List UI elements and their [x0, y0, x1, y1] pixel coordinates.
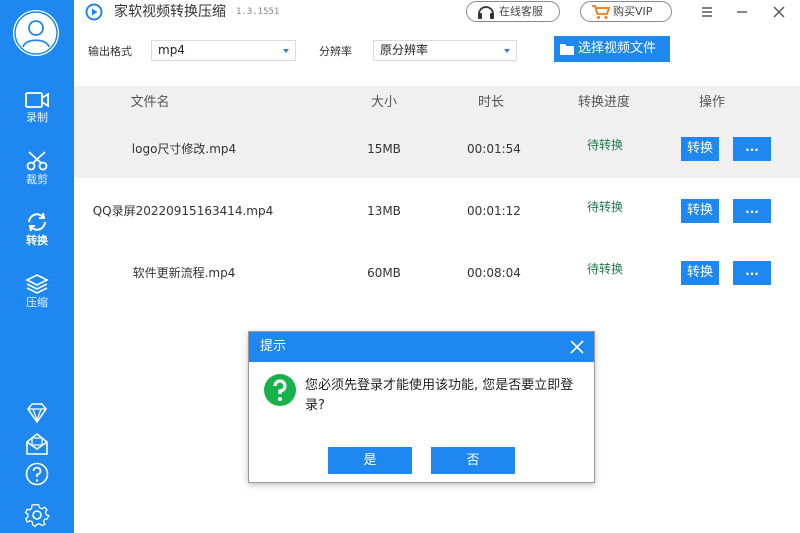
convert-button[interactable]: 转换: [681, 199, 719, 223]
chevron-down-icon: [504, 49, 510, 53]
no-button[interactable]: 否: [431, 447, 515, 474]
minimize-icon: [737, 11, 747, 13]
settings-bar: 输出格式 mp4 分辨率 原分辨率 选择视频文件: [74, 24, 800, 86]
diamond-icon[interactable]: [24, 400, 50, 426]
output-format-select[interactable]: mp4: [151, 40, 296, 61]
file-size: 60MB: [367, 266, 401, 280]
app-version: 1.3.1551: [236, 7, 280, 17]
convert-icon: [28, 212, 46, 232]
sidebar-item-compress[interactable]: 压缩: [0, 273, 74, 323]
file-duration: 00:01:12: [467, 204, 521, 218]
file-name: 软件更新流程.mp4: [132, 266, 236, 280]
avatar[interactable]: [13, 10, 59, 56]
layers-icon: [25, 274, 49, 294]
convert-button[interactable]: 转换: [681, 261, 719, 285]
sidebar: 录制 裁剪 转换 压缩: [0, 0, 74, 533]
sidebar-item-record[interactable]: 录制: [0, 90, 74, 140]
online-support-button[interactable]: 在线客服: [466, 1, 560, 22]
file-size: 15MB: [367, 142, 401, 156]
choose-video-button[interactable]: 选择视频文件: [554, 36, 670, 62]
column-header-filename: 文件名: [130, 95, 170, 110]
sidebar-item-convert[interactable]: 转换: [0, 211, 74, 261]
file-duration: 00:08:04: [467, 266, 521, 280]
cart-icon: [592, 5, 611, 19]
convert-button[interactable]: 转换: [681, 137, 719, 161]
resolution-value: 原分辨率: [380, 43, 429, 57]
online-support-label: 在线客服: [499, 5, 543, 18]
question-icon: [264, 374, 296, 406]
login-prompt-dialog: 提示 您必须先登录才能使用该功能, 您是否要立即登录? 是 否: [248, 331, 595, 483]
choose-video-label: 选择视频文件: [578, 41, 657, 56]
conversion-status: 待转换: [586, 262, 623, 276]
more-options-button[interactable]: ...: [733, 261, 771, 285]
dialog-message: 您必须先登录才能使用该功能, 您是否要立即登录?: [305, 378, 574, 413]
scissors-icon: [26, 151, 48, 171]
close-icon[interactable]: [568, 338, 586, 356]
user-icon: [14, 11, 58, 55]
more-options-button[interactable]: ...: [733, 137, 771, 161]
minimize-button[interactable]: [727, 0, 757, 24]
sidebar-item-label: 录制: [26, 111, 48, 124]
table-row: logo尺寸修改.mp4 15MB 00:01:54 待转换 转换 ...: [74, 120, 800, 178]
buy-vip-label: 购买VIP: [613, 5, 653, 18]
conversion-status: 待转换: [586, 138, 623, 152]
table-row: QQ录屏20220915163414.mp4 13MB 00:01:12 待转换…: [74, 182, 800, 240]
column-header-size: 大小: [370, 95, 397, 110]
file-duration: 00:01:54: [467, 142, 521, 156]
buy-vip-button[interactable]: 购买VIP: [580, 1, 672, 22]
resolution-select[interactable]: 原分辨率: [373, 40, 517, 61]
app-title: 家软视频转换压缩: [114, 4, 226, 20]
table-row: 软件更新流程.mp4 60MB 00:08:04 待转换 转换 ...: [74, 244, 800, 302]
menu-button[interactable]: [692, 0, 722, 24]
close-icon: [773, 6, 785, 18]
folder-icon: [560, 44, 574, 55]
sidebar-item-label: 压缩: [26, 296, 48, 309]
file-name: QQ录屏20220915163414.mp4: [92, 204, 274, 218]
sidebar-item-crop[interactable]: 裁剪: [0, 150, 74, 200]
column-header-actions: 操作: [698, 95, 725, 110]
dialog-title-bar: 提示: [249, 332, 594, 362]
column-header-progress: 转换进度: [577, 95, 630, 110]
menu-icon: [702, 7, 712, 17]
headset-icon: [478, 6, 494, 19]
table-header: 文件名 大小 时长 转换进度 操作: [74, 86, 800, 120]
gear-icon[interactable]: [24, 502, 50, 528]
file-name: logo尺寸修改.mp4: [131, 142, 237, 156]
more-options-button[interactable]: ...: [733, 199, 771, 223]
video-camera-icon: [25, 92, 49, 108]
yes-button[interactable]: 是: [328, 447, 412, 474]
close-window-button[interactable]: [764, 0, 794, 24]
app-logo-icon: [85, 3, 103, 21]
resolution-label: 分辨率: [319, 45, 352, 58]
mail-icon[interactable]: [24, 431, 50, 457]
conversion-status: 待转换: [586, 200, 623, 214]
help-icon[interactable]: [24, 461, 50, 487]
output-format-value: mp4: [158, 43, 185, 57]
sidebar-item-label: 转换: [26, 234, 48, 247]
column-header-duration: 时长: [477, 95, 504, 110]
dialog-title: 提示: [260, 339, 287, 354]
title-bar: 家软视频转换压缩 1.3.1551 在线客服 购买VIP: [74, 0, 800, 24]
output-format-label: 输出格式: [88, 45, 132, 58]
chevron-down-icon: [283, 49, 289, 53]
sidebar-item-label: 裁剪: [26, 173, 48, 186]
file-size: 13MB: [367, 204, 401, 218]
